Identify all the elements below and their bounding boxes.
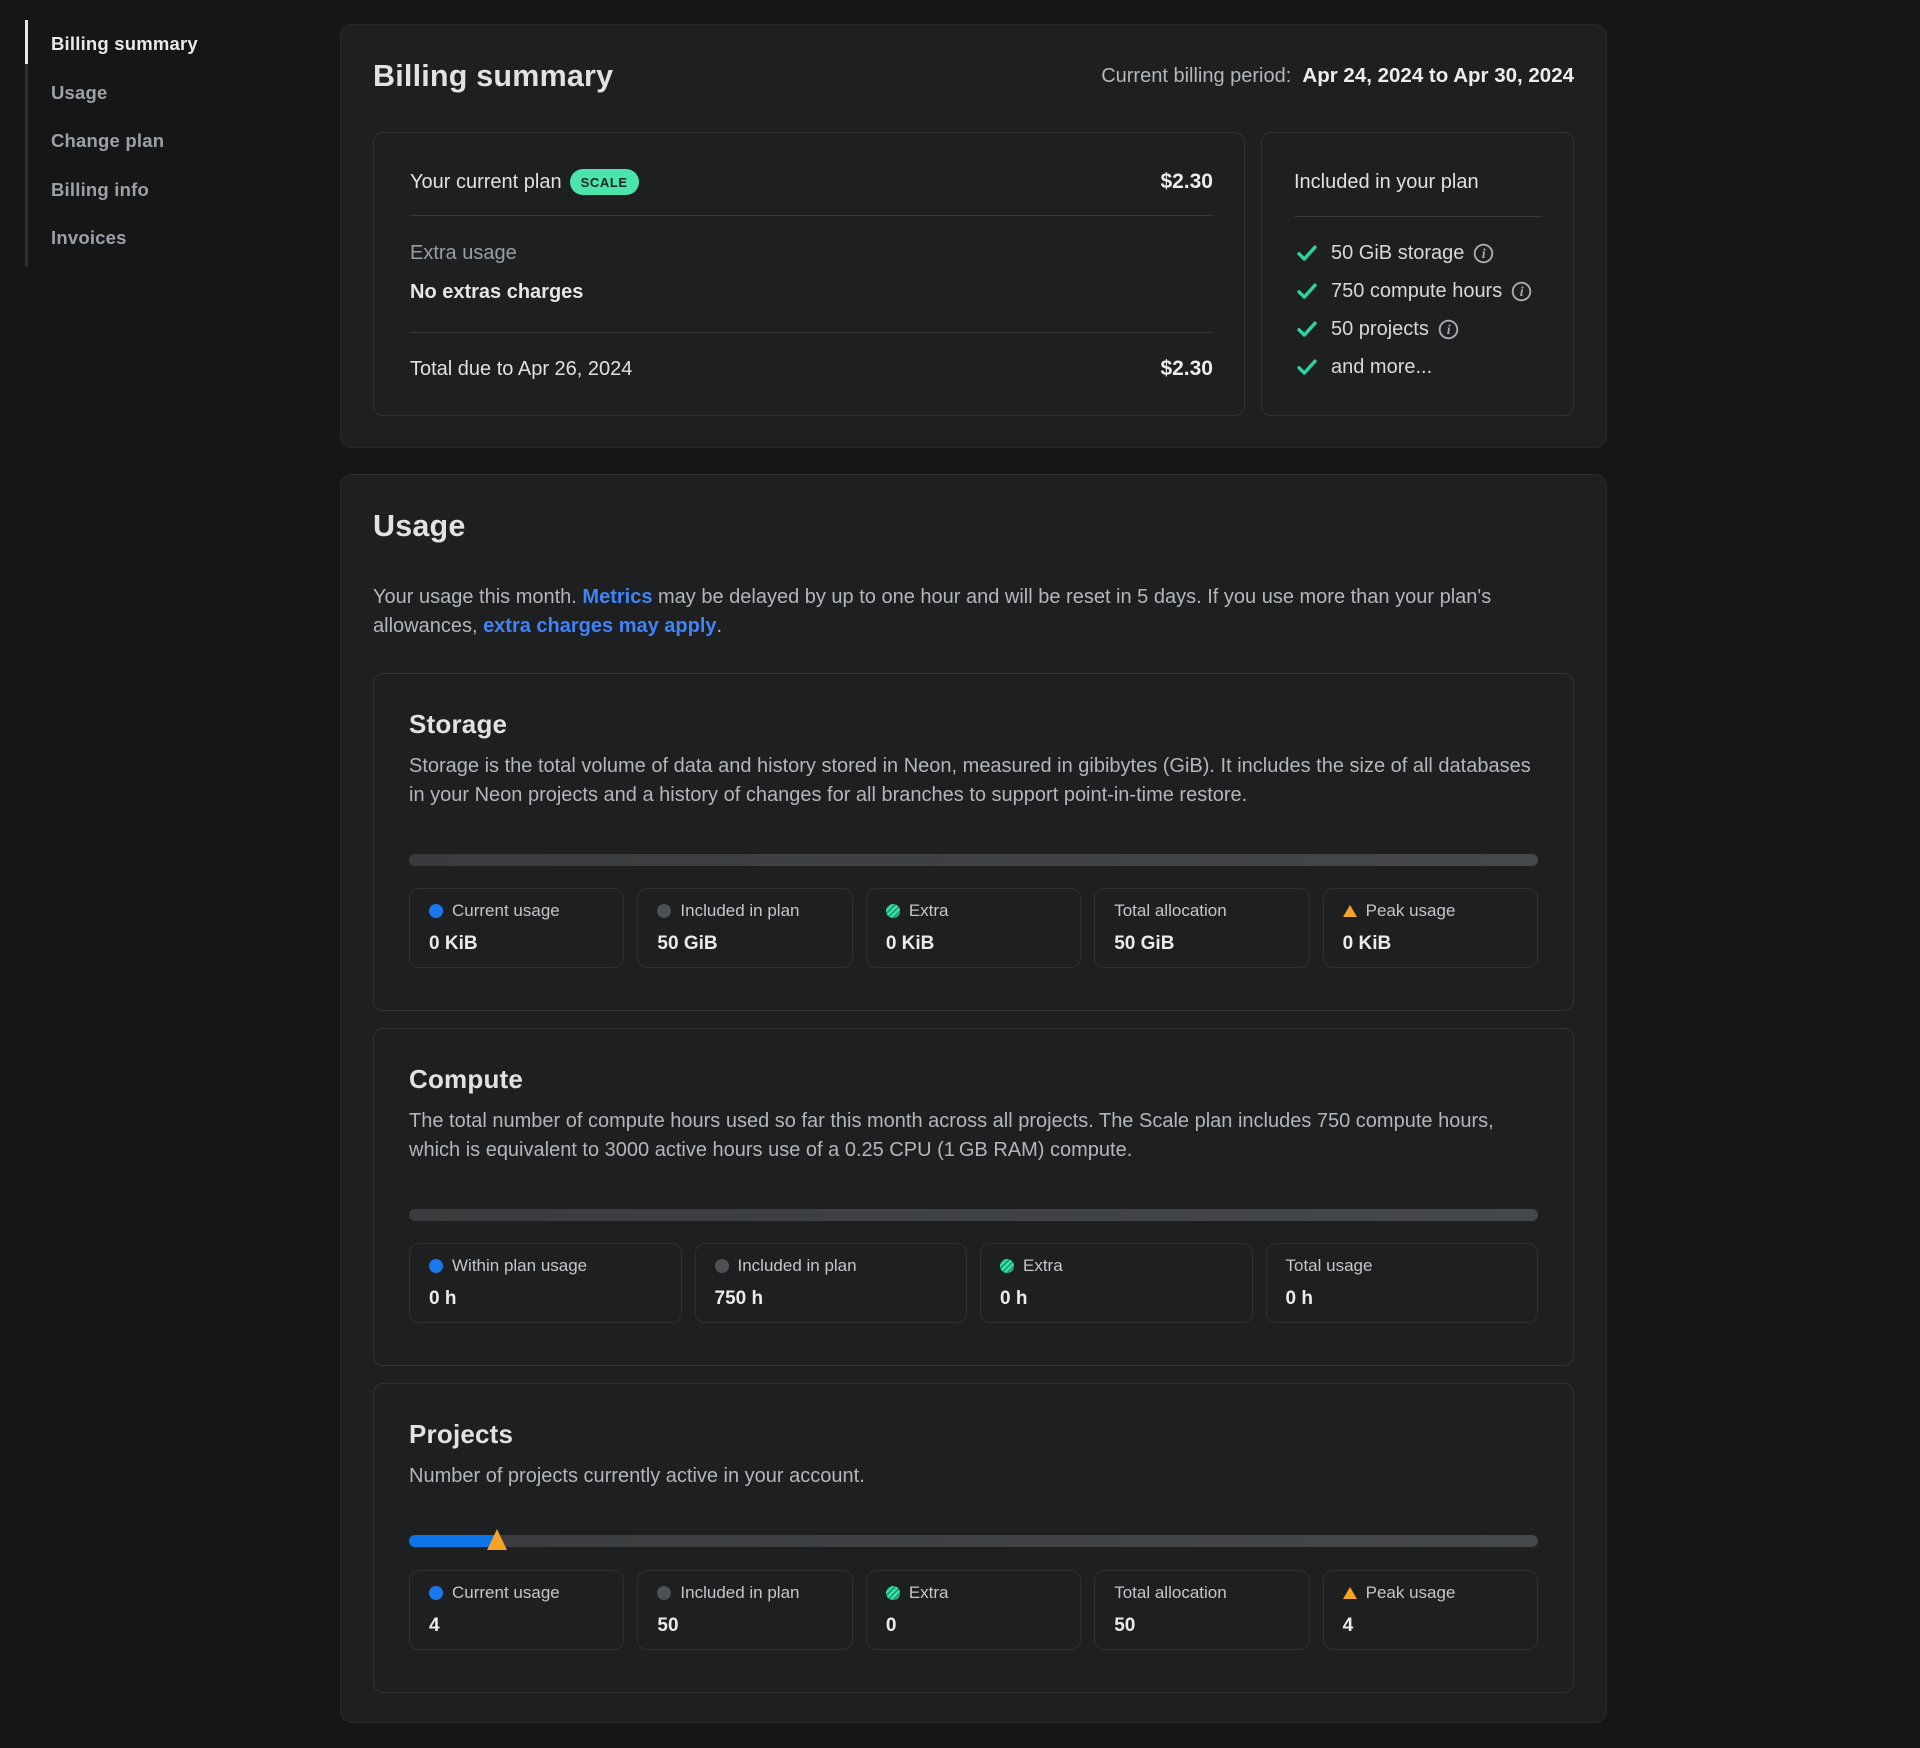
svg-text:i: i xyxy=(1520,285,1524,300)
svg-text:i: i xyxy=(1482,247,1486,262)
svg-text:i: i xyxy=(1447,323,1451,338)
